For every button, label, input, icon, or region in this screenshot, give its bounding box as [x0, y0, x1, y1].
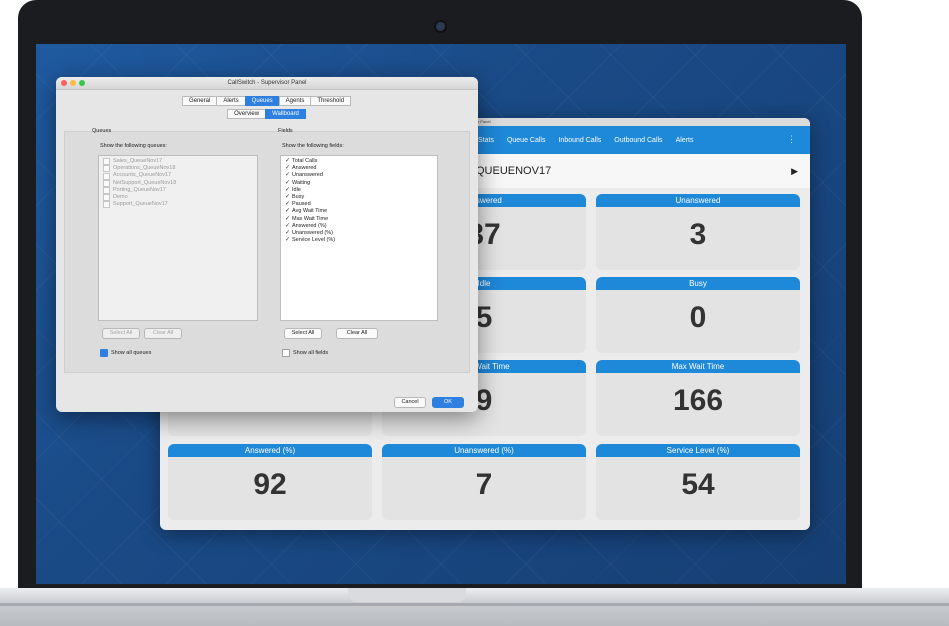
queues-clear-all-button[interactable]: Clear All	[144, 328, 182, 339]
list-item[interactable]: ✓ Unanswered	[281, 172, 437, 179]
tile-value: 3	[689, 218, 707, 251]
cancel-button[interactable]: Cancel	[394, 397, 426, 408]
nav-inbound-calls[interactable]: Inbound Calls	[558, 137, 601, 144]
checkbox-checked-icon	[100, 349, 108, 357]
nav-outbound-calls[interactable]: Outbound Calls	[614, 137, 662, 144]
main-tabs: General Alerts Queues Agents Threshold	[56, 96, 478, 106]
nav-alerts[interactable]: Alerts	[676, 137, 694, 144]
list-item[interactable]: Support_QueueNov17	[99, 201, 257, 209]
tile-value: 166	[672, 384, 724, 417]
minimize-window-button[interactable]	[70, 80, 76, 86]
tab-general[interactable]: General	[181, 96, 218, 106]
list-item[interactable]: Accounts_QueueNov17	[99, 172, 257, 180]
show-all-fields-checkbox[interactable]: Show all fields	[282, 349, 328, 357]
list-item[interactable]: ✓ Idle	[281, 187, 437, 194]
laptop-base-edge	[0, 603, 949, 606]
list-item[interactable]: ✓ Max Wait Time	[281, 216, 437, 223]
queues-select-all-button[interactable]: Select All	[102, 328, 140, 339]
tile-max-wait-time: Max Wait Time 166	[596, 360, 800, 436]
laptop-base	[0, 588, 949, 626]
fields-clear-all-button[interactable]: Clear All	[336, 328, 378, 339]
list-item[interactable]: ✓ Answered	[281, 165, 437, 172]
dialog-title: CallSwitch - Supervisor Panel	[227, 80, 307, 86]
list-item[interactable]: ✓ Busy	[281, 194, 437, 201]
supervisor-panel-dialog: CallSwitch - Supervisor Panel General Al…	[56, 77, 478, 412]
tab-queues[interactable]: Queues	[244, 96, 280, 106]
list-item[interactable]: ✓ Waiting	[281, 180, 437, 187]
tile-value: 7	[475, 468, 493, 501]
tab-alerts[interactable]: Alerts	[216, 96, 246, 106]
tile-label: Busy	[596, 277, 800, 290]
list-item[interactable]: Demo	[99, 194, 257, 202]
tile-label: Answered (%)	[168, 444, 372, 457]
play-icon[interactable]: ▶	[791, 166, 798, 177]
queues-section-label: Queues	[92, 128, 112, 134]
fields-section-label: Fields	[278, 128, 293, 134]
tile-unanswered-percent: Unanswered (%) 7	[382, 444, 586, 520]
laptop-notch	[348, 588, 466, 602]
queues-list: Sales_QueueNov17 Operations_QueueNov18 A…	[98, 155, 258, 321]
tile-unanswered: Unanswered 3	[596, 194, 800, 270]
camera-icon	[436, 22, 445, 31]
list-item[interactable]: ✓ Avg Wait Time	[281, 208, 437, 215]
tile-service-level: Service Level (%) 54	[596, 444, 800, 520]
tile-value: 92	[253, 468, 287, 501]
desktop: Supervisor Panel Stats Queue Calls Inbou…	[36, 44, 846, 584]
tile-answered-percent: Answered (%) 92	[168, 444, 372, 520]
queue-name: QUEUENOV17	[476, 165, 552, 177]
tab-threshold[interactable]: Threshold	[310, 96, 352, 106]
tab-wallboard[interactable]: Wallboard	[265, 109, 306, 119]
list-item[interactable]: Porting_QueueNov17	[99, 187, 257, 194]
more-menu-icon[interactable]: ⋮	[787, 134, 796, 145]
list-item[interactable]: ✓ Service Level (%)	[281, 237, 437, 244]
tile-busy: Busy 0	[596, 277, 800, 353]
dialog-titlebar: CallSwitch - Supervisor Panel	[56, 77, 478, 90]
list-item[interactable]: ✓ Total Calls	[281, 158, 437, 165]
tile-label: Max Wait Time	[596, 360, 800, 373]
nav-stats[interactable]: Stats	[478, 137, 494, 144]
fields-list: ✓ Total Calls ✓ Answered ✓ Unanswered ✓ Wait…	[280, 155, 438, 321]
list-item[interactable]: Sales_QueueNov17	[99, 158, 257, 166]
tile-value: 54	[681, 468, 715, 501]
close-window-button[interactable]	[61, 80, 67, 86]
queues-prompt: Show the following queues:	[100, 143, 167, 149]
fields-prompt: Show the following fields:	[282, 143, 344, 149]
ok-button[interactable]: OK	[432, 397, 464, 408]
nav-queue-calls[interactable]: Queue Calls	[507, 137, 546, 144]
list-item[interactable]: Operations_QueueNov18	[99, 165, 257, 173]
list-item[interactable]: ✓ Answered (%)	[281, 223, 437, 230]
tab-overview[interactable]: Overview	[227, 109, 267, 119]
list-item[interactable]: NetSupport_QueueNov18	[99, 180, 257, 187]
list-item[interactable]: ✓ Paused	[281, 201, 437, 208]
checkbox-empty-icon	[282, 349, 290, 357]
show-all-queues-checkbox[interactable]: Show all queues	[100, 349, 151, 357]
fields-select-all-button[interactable]: Select All	[284, 328, 322, 339]
tile-value: 0	[689, 301, 707, 334]
list-item[interactable]: ✓ Unanswered (%)	[281, 230, 437, 237]
tile-label: Unanswered	[596, 194, 800, 207]
tile-label: Service Level (%)	[596, 444, 800, 457]
zoom-window-button[interactable]	[79, 80, 85, 86]
tab-agents[interactable]: Agents	[278, 96, 312, 106]
tile-label: Unanswered (%)	[382, 444, 586, 457]
sub-tabs: Overview Wallboard	[56, 109, 478, 119]
